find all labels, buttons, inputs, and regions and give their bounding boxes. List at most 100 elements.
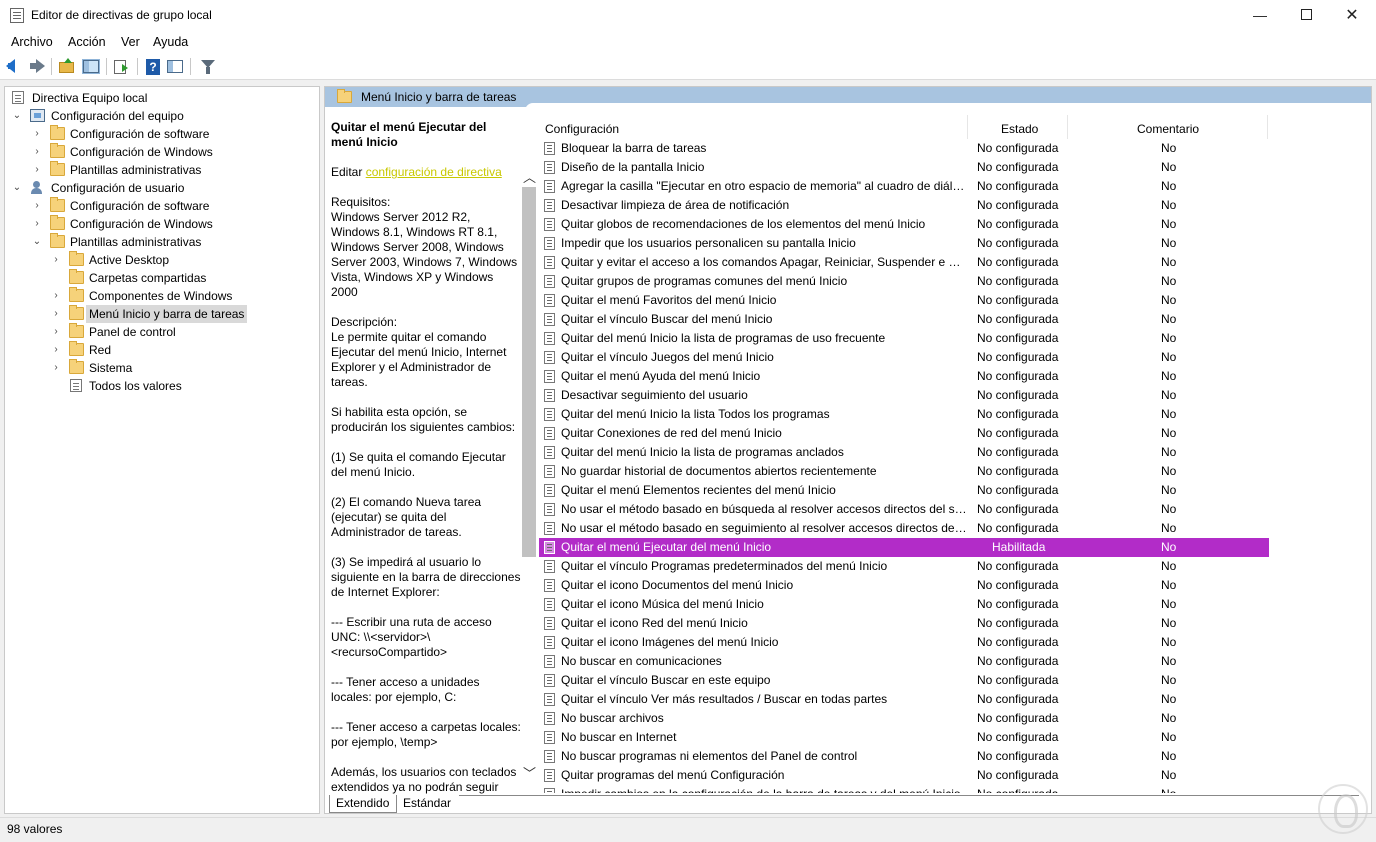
table-row[interactable]: Quitar el vínculo Programas predetermina… xyxy=(539,557,1279,576)
chevron-right-icon[interactable]: › xyxy=(51,287,61,305)
chevron-right-icon[interactable]: › xyxy=(51,305,61,323)
table-row[interactable]: Quitar programas del menú Configuración N… xyxy=(539,766,1279,785)
column-header-state[interactable]: Estado xyxy=(1001,119,1038,139)
table-row[interactable]: Quitar el vínculo Ver más resultados / B… xyxy=(539,690,1279,709)
tree-node-active-desktop[interactable]: › Active Desktop xyxy=(10,251,310,269)
tree-node-computer-software[interactable]: › Configuración de software xyxy=(10,125,310,143)
table-row[interactable]: Quitar el vínculo Buscar en este equipo N… xyxy=(539,671,1279,690)
table-row[interactable]: Desactivar seguimiento del usuario No con… xyxy=(539,386,1279,405)
tree-node-user-windows[interactable]: › Configuración de Windows xyxy=(10,215,310,233)
menu-accion[interactable]: Acción xyxy=(68,35,106,49)
chevron-down-icon[interactable]: ⌄ xyxy=(12,179,22,197)
tree-node-all-settings[interactable]: Todos los valores xyxy=(10,377,310,395)
table-row[interactable]: Quitar el vínculo Juegos del menú Inicio… xyxy=(539,348,1279,367)
toolbar-separator xyxy=(137,58,138,75)
back-button[interactable] xyxy=(5,58,23,75)
setting-state: No configurada xyxy=(977,160,1059,174)
table-row[interactable]: Quitar el menú Ayuda del menú Inicio No c… xyxy=(539,367,1279,386)
up-one-level-button[interactable] xyxy=(58,58,76,75)
menu-ver[interactable]: Ver xyxy=(121,35,140,49)
chevron-right-icon[interactable]: › xyxy=(32,161,42,179)
table-row[interactable]: Quitar el icono Imágenes del menú Inicio… xyxy=(539,633,1279,652)
maximize-button[interactable] xyxy=(1283,0,1329,31)
table-row[interactable]: Quitar y evitar el acceso a los comandos… xyxy=(539,253,1279,272)
tab-extended[interactable]: Extendido xyxy=(329,795,397,813)
tree-node-network[interactable]: › Red xyxy=(10,341,310,359)
properties-button[interactable] xyxy=(166,58,184,75)
table-row[interactable]: Desactivar limpieza de área de notificac… xyxy=(539,196,1279,215)
table-row[interactable]: No usar el método basado en búsqueda al … xyxy=(539,500,1279,519)
minimize-button[interactable]: — xyxy=(1237,0,1283,31)
table-row[interactable]: Quitar el menú Ejecutar del menú Inicio H… xyxy=(539,538,1269,557)
table-row[interactable]: Quitar del menú Inicio la lista de progr… xyxy=(539,443,1279,462)
filter-button[interactable] xyxy=(199,58,217,75)
tab-standard[interactable]: Estándar xyxy=(397,795,459,813)
scrollbar-thumb[interactable] xyxy=(522,187,536,557)
tree-node-root[interactable]: Directiva Equipo local xyxy=(10,89,310,107)
chevron-right-icon[interactable]: › xyxy=(32,143,42,161)
tree-node-start-menu-taskbar[interactable]: › Menú Inicio y barra de tareas xyxy=(10,305,310,323)
table-row[interactable]: Quitar el menú Elementos recientes del m… xyxy=(539,481,1279,500)
table-row[interactable]: Impedir que los usuarios personalicen su… xyxy=(539,234,1279,253)
tree-node-shared-folders[interactable]: Carpetas compartidas xyxy=(10,269,310,287)
tree-node-user-software[interactable]: › Configuración de software xyxy=(10,197,310,215)
column-header-comment[interactable]: Comentario xyxy=(1137,119,1199,139)
table-row[interactable]: No buscar en Internet No configurada No xyxy=(539,728,1279,747)
chevron-down-icon[interactable]: ﹀ xyxy=(523,763,536,782)
chevron-down-icon[interactable]: ⌄ xyxy=(32,233,42,251)
tree-node-user-config[interactable]: ⌄ Configuración de usuario xyxy=(10,179,310,197)
tree-node-computer-config[interactable]: ⌄ Configuración del equipo xyxy=(10,107,310,125)
chevron-right-icon[interactable]: › xyxy=(32,125,42,143)
column-separator[interactable] xyxy=(1067,115,1068,139)
table-row[interactable]: Quitar grupos de programas comunes del m… xyxy=(539,272,1279,291)
table-row[interactable]: Quitar el icono Documentos del menú Inic… xyxy=(539,576,1279,595)
chevron-down-icon[interactable]: ⌄ xyxy=(12,107,22,125)
chevron-right-icon[interactable]: › xyxy=(51,341,61,359)
chevron-right-icon[interactable]: › xyxy=(51,251,61,269)
table-row[interactable]: Quitar Conexiones de red del menú Inicio… xyxy=(539,424,1279,443)
tree-label: Configuración de usuario xyxy=(51,181,185,195)
export-list-button[interactable] xyxy=(113,58,131,75)
description-scrollbar[interactable]: ︿ ﹀ xyxy=(522,165,536,785)
chevron-up-icon[interactable]: ︿ xyxy=(523,167,536,186)
toolbar-separator xyxy=(51,58,52,75)
tree-node-computer-admin-templates[interactable]: › Plantillas administrativas xyxy=(10,161,310,179)
show-hide-tree-button[interactable] xyxy=(82,58,100,75)
table-row[interactable]: Quitar del menú Inicio la lista Todos lo… xyxy=(539,405,1279,424)
edit-policy-link[interactable]: configuración de directiva xyxy=(366,165,502,179)
table-row[interactable]: No guardar historial de documentos abier… xyxy=(539,462,1279,481)
tree-node-computer-windows[interactable]: › Configuración de Windows xyxy=(10,143,310,161)
table-row[interactable]: Quitar el menú Favoritos del menú Inicio… xyxy=(539,291,1279,310)
column-separator[interactable] xyxy=(1267,115,1268,139)
table-row[interactable]: No buscar programas ni elementos del Pan… xyxy=(539,747,1279,766)
setting-name: No usar el método basado en seguimiento … xyxy=(561,521,967,535)
close-button[interactable]: ✕ xyxy=(1329,0,1375,31)
forward-button[interactable] xyxy=(28,58,46,75)
table-row[interactable]: Bloquear la barra de tareas No configurad… xyxy=(539,139,1279,158)
tree-node-control-panel[interactable]: › Panel de control xyxy=(10,323,310,341)
tree-node-windows-components[interactable]: › Componentes de Windows xyxy=(10,287,310,305)
tree-node-user-admin-templates[interactable]: ⌄ Plantillas administrativas xyxy=(10,233,310,251)
column-header-setting[interactable]: Configuración xyxy=(545,119,619,139)
table-row[interactable]: No buscar en comunicaciones No configurad… xyxy=(539,652,1279,671)
menu-archivo[interactable]: Archivo xyxy=(11,35,53,49)
chevron-right-icon[interactable]: › xyxy=(51,323,61,341)
table-row[interactable]: Agregar la casilla "Ejecutar en otro esp… xyxy=(539,177,1279,196)
column-separator[interactable] xyxy=(967,115,968,139)
table-row[interactable]: Quitar el icono Red del menú Inicio No co… xyxy=(539,614,1279,633)
properties-panel-icon xyxy=(167,60,183,73)
table-row[interactable]: Quitar globos de recomendaciones de los … xyxy=(539,215,1279,234)
table-row[interactable]: Quitar del menú Inicio la lista de progr… xyxy=(539,329,1279,348)
help-button[interactable]: ? xyxy=(144,58,162,75)
table-row[interactable]: No usar el método basado en seguimiento … xyxy=(539,519,1279,538)
chevron-right-icon[interactable]: › xyxy=(32,215,42,233)
tree-node-system[interactable]: › Sistema xyxy=(10,359,310,377)
chevron-right-icon[interactable]: › xyxy=(51,359,61,377)
chevron-right-icon[interactable]: › xyxy=(32,197,42,215)
table-row[interactable]: Diseño de la pantalla Inicio No configura… xyxy=(539,158,1279,177)
table-row[interactable]: No buscar archivos No configurada No xyxy=(539,709,1279,728)
menu-ayuda[interactable]: Ayuda xyxy=(153,35,188,49)
table-row[interactable]: Quitar el icono Música del menú Inicio No… xyxy=(539,595,1279,614)
table-row[interactable]: Impedir cambios en la configuración de l… xyxy=(539,785,1279,793)
table-row[interactable]: Quitar el vínculo Buscar del menú Inicio… xyxy=(539,310,1279,329)
